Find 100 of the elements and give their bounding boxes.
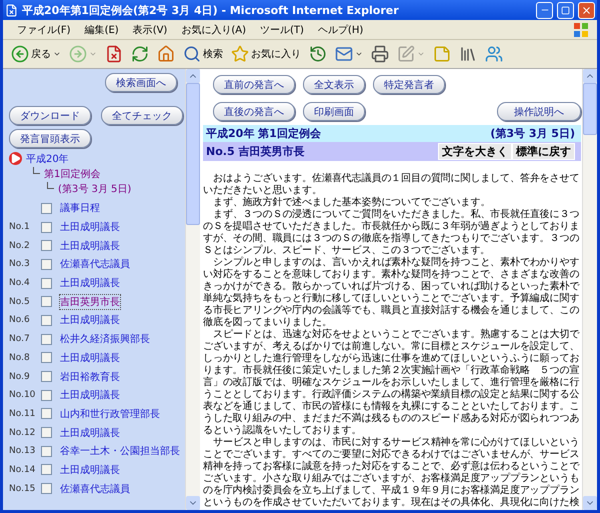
tree-item[interactable]: 平成20年 bbox=[26, 152, 69, 166]
search-button[interactable]: 検索 bbox=[181, 45, 225, 63]
item-number: No.3 bbox=[9, 259, 31, 270]
speaker-name: No.5 吉田英男市長 bbox=[206, 144, 304, 159]
speaker-link[interactable]: 岩田裕教育長 bbox=[60, 370, 120, 384]
speaker-link[interactable]: 土田成明議長 bbox=[60, 276, 120, 290]
back-button[interactable]: 戻る bbox=[9, 45, 63, 63]
note-icon bbox=[433, 45, 451, 63]
research-icon bbox=[459, 45, 477, 63]
checkbox[interactable] bbox=[41, 446, 52, 457]
speaker-link[interactable]: 土田成明議長 bbox=[60, 388, 120, 402]
nav-button[interactable]: 直前の発言へ bbox=[213, 75, 295, 94]
issue-date: (第3号 3月 5日) bbox=[490, 126, 575, 141]
checkbox[interactable] bbox=[41, 296, 52, 308]
item-number: No.8 bbox=[9, 352, 31, 363]
checkbox[interactable] bbox=[41, 240, 52, 252]
sidebar-button[interactable]: 発言冒頭表示 bbox=[9, 129, 91, 148]
speaker-link[interactable]: 土田成明議長 bbox=[60, 426, 120, 440]
menu-item[interactable]: ヘルプ(H) bbox=[312, 22, 370, 36]
stop-icon bbox=[105, 45, 123, 63]
speaker-link[interactable]: 吉田英男市長 bbox=[60, 294, 120, 309]
tree-item[interactable]: (第3号 3月 5日) bbox=[58, 182, 132, 196]
scroll-up-button[interactable] bbox=[186, 69, 200, 83]
speaker-link[interactable]: 土田成明議長 bbox=[60, 220, 120, 234]
font-size-button[interactable]: 標準に戻す bbox=[512, 143, 575, 160]
checkbox[interactable] bbox=[41, 334, 52, 345]
speaker-link[interactable]: 土田成明議長 bbox=[60, 238, 120, 253]
nav-button[interactable]: 特定発言者 bbox=[373, 75, 445, 94]
tree-item[interactable]: 第1回定例会 bbox=[44, 166, 100, 180]
speaker-link[interactable]: 谷幸一土木・公園担当部長 bbox=[60, 444, 180, 458]
item-number: No.11 bbox=[9, 408, 36, 419]
scroll-down-button[interactable] bbox=[186, 496, 200, 510]
content-scrollbar[interactable] bbox=[582, 69, 597, 510]
sidebar-button[interactable]: 全てチェック bbox=[101, 106, 183, 125]
menu-item[interactable]: ファイル(F) bbox=[11, 22, 77, 36]
caret-icon bbox=[89, 50, 97, 58]
window-title: 平成20年第1回定例会(第2号 3月 4日) - Microsoft Internet Explorer bbox=[22, 2, 400, 18]
nav-button[interactable]: 全文表示 bbox=[303, 75, 365, 94]
item-number: No.9 bbox=[9, 372, 31, 382]
checkbox[interactable] bbox=[41, 427, 52, 438]
refresh-icon bbox=[131, 45, 149, 63]
speech-paragraph: シンプルと申しますのは、言いかえれば素朴な疑問を持つこと、素朴でわかりやすい対応をすることを意味しております。素朴な疑問を持つことで、さまざまな改善のきっかけができる。散らかっていれば片づける、困っていれば助けるといった素朴で単純な気持ちをもっと行動に移してほしいということでございます。予算編成に関する市長ヒアリングや庁内の会議等でも、職員と直接対話する機会を通じまして、この徹底を図ってまいりました。 bbox=[203, 257, 580, 328]
item-number: No.12 bbox=[9, 428, 36, 438]
sidebar-scrollbar[interactable] bbox=[185, 69, 200, 510]
menu-item[interactable]: ツール(T) bbox=[254, 22, 310, 36]
checkbox[interactable] bbox=[41, 222, 52, 233]
speaker-link[interactable]: 議事日程 bbox=[60, 201, 100, 216]
speech-paragraph: おはようございます。佐瀬喜代志議員の１回目の質問に関しまして、答弁をさせていただきたいと思います。 bbox=[203, 173, 580, 196]
favorites-button[interactable]: お気に入り bbox=[229, 45, 303, 63]
scroll-thumb[interactable] bbox=[583, 83, 597, 135]
item-number: No.6 bbox=[9, 315, 31, 326]
menu-item[interactable]: 表示(V) bbox=[126, 22, 174, 36]
speaker-link[interactable]: 土田成明議長 bbox=[60, 350, 120, 365]
print-button[interactable] bbox=[369, 45, 391, 63]
speaker-link[interactable]: 土田成明議長 bbox=[60, 313, 120, 328]
scroll-thumb[interactable] bbox=[186, 83, 200, 225]
search-icon bbox=[183, 45, 201, 63]
page-icon bbox=[5, 4, 18, 16]
speaker-link[interactable]: 山内和世行政管理部長 bbox=[60, 406, 160, 421]
caret-icon bbox=[417, 50, 425, 58]
checkbox[interactable] bbox=[41, 258, 52, 270]
checkbox[interactable] bbox=[41, 464, 52, 476]
speech-paragraph: まず、施政方針で述べました基本姿勢についてでございます。 bbox=[212, 197, 492, 208]
help-button[interactable]: 操作説明へ bbox=[497, 102, 581, 121]
nav-button[interactable]: 印刷画面 bbox=[303, 102, 365, 121]
maximize-icon bbox=[561, 6, 570, 14]
caret-icon bbox=[53, 50, 61, 58]
checkbox[interactable] bbox=[41, 314, 52, 326]
menu-item[interactable]: 編集(E) bbox=[78, 22, 125, 36]
messenger-button[interactable] bbox=[483, 45, 505, 63]
flag-logo-icon bbox=[573, 22, 589, 38]
scroll-up-button[interactable] bbox=[583, 69, 597, 83]
sidebar-button[interactable]: ダウンロード bbox=[9, 106, 91, 125]
minimize-button[interactable] bbox=[536, 2, 553, 18]
maximize-button[interactable] bbox=[557, 2, 574, 18]
speaker-link[interactable]: 松井久経済振興部長 bbox=[60, 332, 150, 346]
checkbox[interactable] bbox=[41, 371, 52, 382]
checkbox[interactable] bbox=[41, 390, 52, 401]
speaker-link[interactable]: 佐瀬喜代志議員 bbox=[60, 257, 130, 272]
font-size-button[interactable]: 文字を大きく bbox=[438, 143, 512, 160]
checkbox[interactable] bbox=[41, 202, 52, 214]
scroll-down-button[interactable] bbox=[583, 496, 597, 510]
checkbox[interactable] bbox=[41, 352, 52, 364]
session-title: 平成20年 第1回定例会 bbox=[206, 126, 321, 141]
speaker-link[interactable]: 佐瀬喜代志議員 bbox=[60, 482, 130, 496]
checkbox[interactable] bbox=[41, 483, 52, 494]
nav-button[interactable]: 直後の発言へ bbox=[213, 102, 295, 121]
item-number: No.15 bbox=[9, 484, 36, 494]
edit-icon bbox=[397, 45, 415, 63]
back-icon bbox=[11, 45, 29, 63]
play-icon bbox=[9, 152, 22, 165]
tree-branch-icon bbox=[47, 182, 54, 189]
checkbox[interactable] bbox=[41, 278, 52, 289]
close-button[interactable] bbox=[578, 2, 595, 18]
close-icon bbox=[581, 4, 592, 16]
item-number: No.1 bbox=[9, 222, 31, 232]
search-page-button[interactable]: 検索画面へ bbox=[105, 73, 177, 92]
menu-item[interactable]: お気に入り(A) bbox=[175, 22, 252, 36]
checkbox[interactable] bbox=[41, 408, 52, 420]
speaker-link[interactable]: 土田成明議長 bbox=[60, 462, 120, 477]
